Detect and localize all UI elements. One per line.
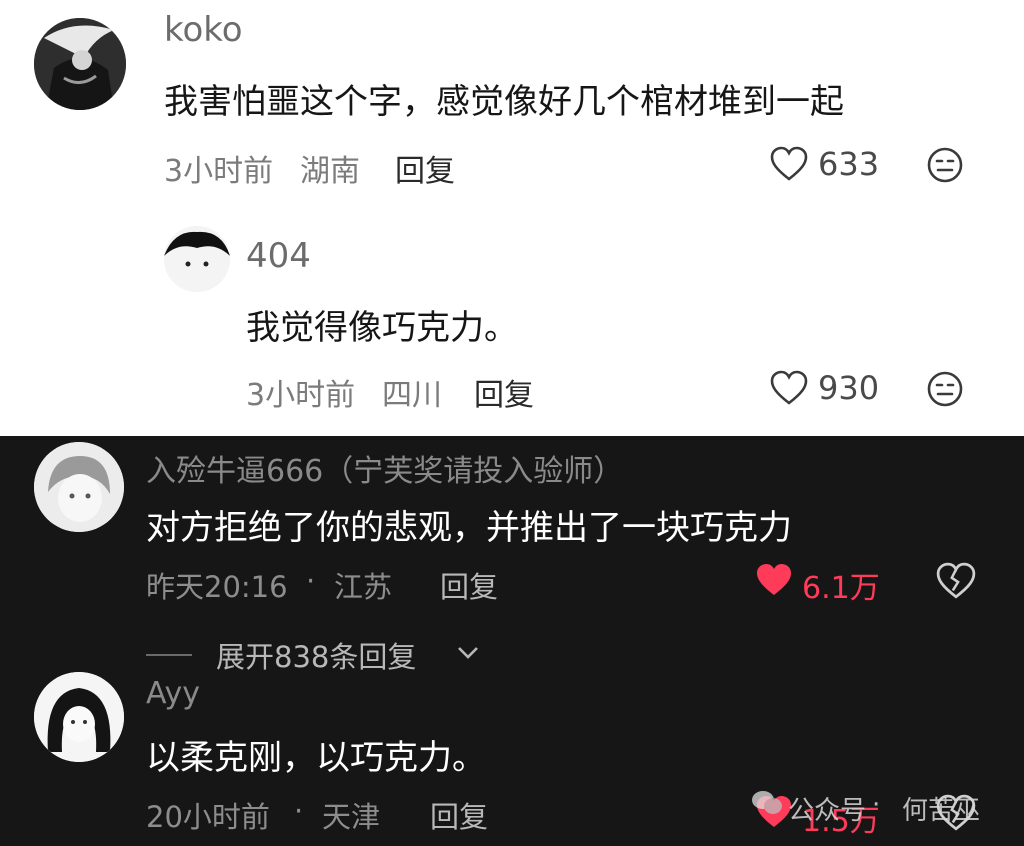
- watermark-source: 公众号: [788, 796, 867, 826]
- comment-time: 3小时前: [246, 378, 356, 413]
- heart-outline-icon[interactable]: [770, 370, 808, 406]
- face-icon[interactable]: [926, 370, 964, 408]
- comment-text: 以柔克刚，以巧克力。: [146, 738, 486, 778]
- broken-heart-icon[interactable]: [936, 562, 976, 600]
- heart-filled-icon[interactable]: [754, 562, 794, 598]
- like-count: 930: [818, 369, 880, 407]
- comment-time: 20小时前: [146, 800, 270, 834]
- watermark-author: 何苦巫: [902, 796, 981, 826]
- reply-button[interactable]: 回复: [395, 146, 455, 190]
- reply-button[interactable]: 回复: [440, 564, 498, 606]
- comment-username[interactable]: Ayy: [146, 676, 200, 711]
- reply-button[interactable]: 回复: [430, 794, 488, 836]
- comment-text: 我觉得像巧克力。: [246, 308, 518, 348]
- expand-replies-button[interactable]: 展开838条回复: [216, 634, 416, 676]
- comment-location: 湖南: [300, 154, 360, 189]
- comment-text: 我害怕噩这个字，感觉像好几个棺材堆到一起: [164, 82, 844, 122]
- avatar[interactable]: [164, 226, 230, 292]
- chevron-down-icon[interactable]: [456, 644, 480, 662]
- meta-separator: ·: [306, 564, 316, 598]
- comment-time: 昨天20:16: [146, 570, 288, 604]
- avatar[interactable]: [34, 442, 124, 532]
- reply-button[interactable]: 回复: [474, 370, 534, 414]
- avatar[interactable]: [34, 672, 124, 762]
- comment-time: 3小时前: [164, 154, 274, 189]
- avatar[interactable]: [34, 18, 126, 110]
- wechat-icon: [752, 791, 782, 814]
- comment-username[interactable]: koko: [164, 10, 243, 50]
- heart-outline-icon[interactable]: [770, 146, 808, 182]
- comment-location: 江苏: [334, 570, 393, 604]
- comment-location: 四川: [382, 378, 442, 413]
- comment-location: 天津: [322, 800, 381, 834]
- face-icon[interactable]: [926, 146, 964, 184]
- comment-username[interactable]: 入殓牛逼666（宁芙奖请投入验师）: [146, 446, 623, 490]
- like-count: 633: [818, 145, 880, 183]
- like-count: 6.1万: [802, 571, 880, 606]
- comment-username[interactable]: 404: [246, 236, 311, 276]
- meta-separator: ·: [294, 794, 304, 828]
- comment-text: 对方拒绝了你的悲观，并推出了一块巧克力: [146, 508, 792, 548]
- watermark-separator: ·: [872, 790, 881, 820]
- divider: [146, 654, 192, 656]
- dark-panel: [0, 436, 1024, 846]
